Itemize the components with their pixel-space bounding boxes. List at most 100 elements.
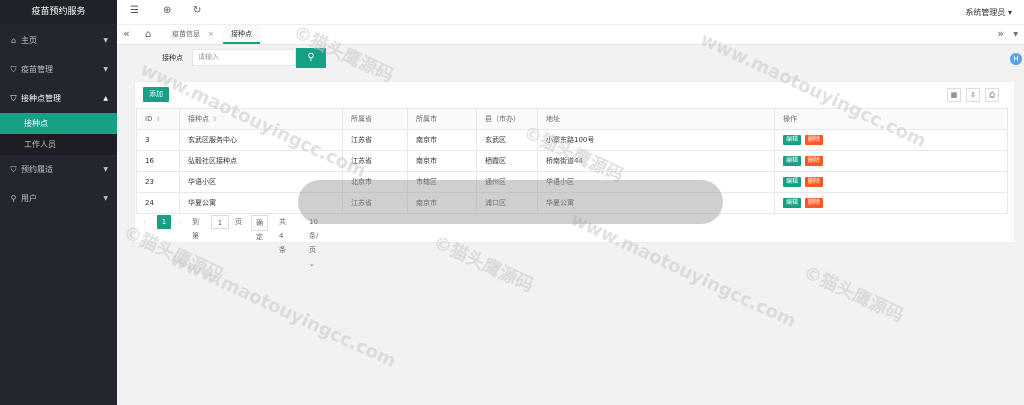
table-row: 3 玄武区服务中心 江苏省 南京市 玄武区 小寨东路100号 编辑 删除 (136, 129, 1008, 151)
cell-id: 16 (136, 150, 180, 172)
cell-county: 玄武区 (476, 129, 538, 151)
table-row: 16 弘毅社区接种点 江苏省 南京市 栖霞区 桥南街道44 编辑 删除 (136, 150, 1008, 172)
sidebar-submenu: 接种点 工作人员 (0, 113, 117, 155)
sidebar-item-appointment[interactable]: ⛉ 预约履适 ▼ (0, 155, 117, 184)
sidebar-item-home[interactable]: ⌂ 主页 ▼ (0, 26, 117, 55)
goto-label: 到第 (192, 218, 199, 240)
user-name: 系统管理员 (965, 8, 1006, 17)
shield-icon: ⛉ (10, 94, 17, 103)
chevron-down-icon: ▼ (103, 166, 108, 173)
sidebar-item-label: 用户 (21, 194, 37, 203)
delete-button[interactable]: 删除 (805, 135, 824, 145)
cell-address: 桥南街道44 (537, 150, 775, 172)
add-button[interactable]: 添加 (143, 87, 169, 102)
tab-site[interactable]: 接种点 (223, 25, 260, 44)
cell-name: 弘毅社区接种点 (179, 150, 343, 172)
sidebar-item-site-management[interactable]: ⛉ 接种点管理 ▲ (0, 84, 117, 113)
search-bar: 接种点 请输入 ⚲ (117, 44, 1024, 74)
col-header-province: 所属省 (342, 108, 408, 130)
sidebar-item-label: 接种点管理 (21, 94, 61, 103)
page-unit: 页 (235, 218, 242, 226)
col-header-city: 所属市 (407, 108, 477, 130)
tab-label: 接种点 (231, 30, 252, 38)
chevron-down-icon: ▼ (103, 37, 108, 44)
sort-icon[interactable]: ⇕ (212, 116, 217, 123)
chevron-down-icon: ▼ (103, 66, 108, 73)
sidebar-menu: ⌂ 主页 ▼ ⛉ 疫苗管理 ▼ ⛉ 接种点管理 ▲ 接种点 工作人员 ⛉ 预约履适 ▼ ⚲ 用户 ▼ (0, 26, 117, 213)
cell-actions: 编辑 删除 (774, 171, 1008, 193)
page-input[interactable]: 1 (211, 215, 229, 229)
prev-page-icon[interactable]: ‹ (143, 215, 146, 229)
cell-province: 江苏省 (342, 129, 408, 151)
shield-icon: ⛉ (10, 165, 17, 174)
cell-actions: 编辑 删除 (774, 129, 1008, 151)
menu-toggle-icon[interactable]: ☰ (130, 5, 139, 16)
watermark: ©猫头鹰源码 (799, 262, 907, 327)
goto-confirm-button[interactable]: 确定 (251, 215, 268, 241)
tab-vaccine-info[interactable]: 疫苗信息 × (172, 25, 214, 44)
help-icon[interactable]: H (1010, 53, 1022, 65)
globe-icon[interactable]: ⊕ (163, 5, 171, 16)
caret-down-icon: ▾ (1007, 8, 1012, 17)
search-label: 接种点 (162, 54, 183, 62)
col-label: ID (145, 115, 153, 123)
edit-button[interactable]: 编辑 (783, 135, 802, 145)
chevron-down-icon: ▼ (103, 195, 108, 202)
delete-button[interactable]: 删除 (805, 198, 824, 208)
export-icon[interactable]: ⇩ (966, 88, 980, 102)
col-label: 接种点 (188, 115, 209, 123)
cell-actions: 编辑 删除 (774, 150, 1008, 172)
cell-province: 江苏省 (342, 150, 408, 172)
edit-button[interactable]: 编辑 (783, 177, 802, 187)
cell-id: 23 (136, 171, 180, 193)
total-count: 共 4 条 (279, 218, 286, 254)
col-header-address: 地址 (537, 108, 775, 130)
cell-address: 小寨东路100号 (537, 129, 775, 151)
delete-button[interactable]: 删除 (805, 156, 824, 166)
chevron-up-icon: ▲ (103, 95, 108, 102)
sort-icon[interactable]: ⇕ (155, 116, 160, 123)
print-icon[interactable]: ⎙ (985, 88, 999, 102)
next-page-icon[interactable]: › (179, 215, 182, 229)
edit-button[interactable]: 编辑 (783, 198, 802, 208)
tab-bar: « ⌂ 疫苗信息 × 接种点 » ▼ (117, 25, 1024, 45)
search-input[interactable]: 请输入 (192, 49, 296, 66)
cell-id: 24 (136, 192, 180, 214)
close-icon[interactable]: × (208, 30, 214, 38)
col-header-name[interactable]: 接种点 ⇕ (179, 108, 343, 130)
app-title: 疫苗预约服务 (0, 0, 117, 24)
table-header-row: ID ⇕ 接种点 ⇕ 所属省 所属市 县（市办） 地址 操作 (136, 108, 1008, 130)
home-tab-icon[interactable]: ⌂ (145, 25, 151, 44)
cell-actions: 编辑 删除 (774, 192, 1008, 214)
col-header-county: 县（市办） (476, 108, 538, 130)
cell-county: 栖霞区 (476, 150, 538, 172)
home-icon: ⌂ (10, 36, 17, 45)
sidebar: 疫苗预约服务 ⌂ 主页 ▼ ⛉ 疫苗管理 ▼ ⛉ 接种点管理 ▲ 接种点 工作人员 ⛉ 预约履… (0, 0, 117, 405)
sidebar-subitem-staff[interactable]: 工作人员 (0, 134, 117, 155)
cell-id: 3 (136, 129, 180, 151)
loading-overlay (298, 180, 723, 224)
tabs-prev-icon[interactable]: « (123, 25, 130, 44)
user-icon: ⚲ (10, 194, 17, 203)
col-header-id[interactable]: ID ⇕ (136, 108, 180, 130)
delete-button[interactable]: 删除 (805, 177, 824, 187)
edit-button[interactable]: 编辑 (783, 156, 802, 166)
user-menu[interactable]: 系统管理员 ▾ (965, 7, 1012, 18)
cell-city: 南京市 (407, 150, 477, 172)
sidebar-item-label: 疫苗管理 (21, 65, 53, 74)
sidebar-item-label: 预约履适 (21, 165, 53, 174)
sidebar-item-user[interactable]: ⚲ 用户 ▼ (0, 184, 117, 213)
tabs-next-icon[interactable]: » (997, 25, 1004, 44)
cell-city: 南京市 (407, 129, 477, 151)
columns-icon[interactable]: ▦ (947, 88, 961, 102)
shield-icon: ⛉ (10, 65, 17, 74)
refresh-icon[interactable]: ↻ (193, 5, 201, 16)
page-current[interactable]: 1 (157, 215, 171, 229)
search-button[interactable]: ⚲ (296, 48, 326, 68)
chevron-down-icon: ⌄ (309, 260, 315, 268)
sidebar-subitem-site[interactable]: 接种点 (0, 113, 117, 134)
cell-name: 玄武区服务中心 (179, 129, 343, 151)
sidebar-item-vaccine[interactable]: ⛉ 疫苗管理 ▼ (0, 55, 117, 84)
sidebar-item-label: 主页 (21, 36, 37, 45)
chevron-down-icon[interactable]: ▼ (1013, 25, 1018, 44)
